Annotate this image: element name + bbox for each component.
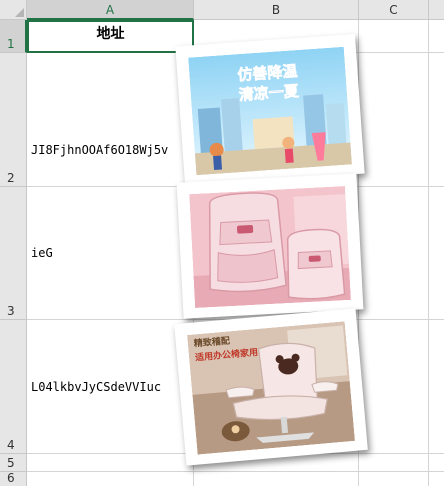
summer-promo-icon: 仿善降温 清凉一夏 xyxy=(188,46,352,176)
column-header-d[interactable] xyxy=(429,0,444,20)
cell-a3[interactable]: ieG xyxy=(31,246,193,262)
spreadsheet-grid: A B C 1 2 3 4 5 6 地址 JI8FjhnOOAf6O18Wj5v… xyxy=(0,0,444,486)
row-header-5[interactable]: 5 xyxy=(0,454,27,472)
row-number: 3 xyxy=(7,304,15,318)
pink-office-chair[interactable]: 精致稽配 适用办公椅家用 xyxy=(174,308,368,466)
row-number: 6 xyxy=(7,471,15,485)
row-number: 2 xyxy=(7,171,15,185)
backpack-icon xyxy=(189,185,351,309)
gridline xyxy=(27,471,444,472)
column-header-b[interactable]: B xyxy=(194,0,359,20)
column-header-c[interactable]: C xyxy=(359,0,429,20)
row-number: 4 xyxy=(7,438,15,452)
row-header-1[interactable]: 1 xyxy=(0,20,27,53)
column-header-a[interactable]: A xyxy=(27,0,194,20)
row-number: 5 xyxy=(7,456,15,470)
row-header-4[interactable]: 4 xyxy=(0,320,27,454)
cell-a2[interactable]: JI8FjhnOOAf6O18Wj5v xyxy=(31,143,193,159)
cell-a4[interactable]: L04lkbvJyCSdeVVIuc xyxy=(31,380,193,396)
row-header-2[interactable]: 2 xyxy=(0,53,27,187)
select-all-corner[interactable] xyxy=(0,0,27,20)
pink-school-backpack[interactable] xyxy=(176,173,364,319)
summer-promo-image[interactable]: 仿善降温 清凉一夏 xyxy=(175,33,365,187)
gridline xyxy=(428,20,429,486)
cell-a1[interactable]: 地址 xyxy=(27,20,194,53)
row-header-3[interactable]: 3 xyxy=(0,187,27,320)
office-chair-icon: 精致稽配 适用办公椅家用 xyxy=(187,321,356,455)
row-header-6[interactable]: 6 xyxy=(0,471,27,486)
row-number: 1 xyxy=(7,37,15,51)
